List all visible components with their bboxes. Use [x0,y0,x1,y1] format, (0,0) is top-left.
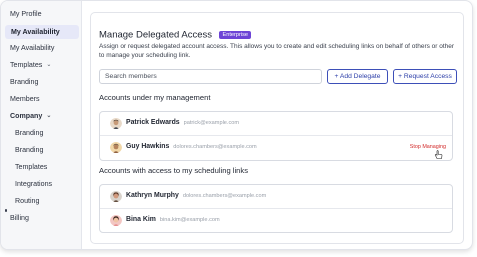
sidebar-item-my-availability-active[interactable]: My Availability [5,25,79,39]
access-accounts-list: Kathryn Murphy dolores.chambers@example.c… [99,184,453,233]
sidebar-item-label: Branding [15,129,44,137]
search-input[interactable] [99,69,322,84]
list-item[interactable]: Bina Kim bina.kim@example.com [100,209,452,233]
sidebar: My Profile My Availability My Availabili… [1,1,82,249]
sidebar-item-label: Branding [10,78,39,86]
sidebar-item-company-templates[interactable]: Templates [1,160,82,174]
sidebar-item-my-availability[interactable]: My Availability [1,41,82,55]
sidebar-item-billing[interactable]: Billing [1,211,82,225]
sidebar-item-company-branding[interactable]: Branding [1,126,82,140]
sidebar-item-members[interactable]: Members [1,92,82,106]
sidebar-item-label: Billing [10,214,29,222]
request-access-button[interactable]: + Request Access [393,69,457,84]
avatar [110,141,122,153]
add-delegate-button[interactable]: + Add Delegate [327,69,388,84]
account-name: Guy Hawkins [126,143,170,150]
account-name: Bina Kim [126,216,156,223]
account-email: patrick@example.com [183,120,240,126]
app-window: My Profile My Availability My Availabili… [0,0,473,250]
list-item[interactable]: Patrick Edwards patrick@example.com [100,112,452,136]
account-email: dolores.chambers@example.com [182,193,267,199]
sidebar-item-label: Branding [15,146,44,154]
sidebar-marker [5,209,7,212]
account-name: Kathryn Murphy [126,192,179,199]
sidebar-item-company-branding-2[interactable]: Branding [1,143,82,157]
account-email: dolores.chambers@example.com [173,144,257,150]
sidebar-item-integrations[interactable]: Integrations [1,177,82,191]
sidebar-item-routing[interactable]: Routing [1,194,82,208]
sidebar-item-company[interactable]: Company ⌄ [1,109,82,123]
managed-accounts-list: Patrick Edwards patrick@example.com Guy H… [99,111,453,161]
sidebar-item-label: Templates [10,61,43,69]
delegated-access-panel: Manage Delegated Access Enterprise Assig… [90,12,464,244]
access-section-title: Accounts with access to my scheduling li… [99,166,248,175]
sidebar-item-branding[interactable]: Branding [1,75,82,89]
avatar [110,190,122,202]
list-item[interactable]: Guy Hawkins dolores.chambers@example.com … [100,136,452,160]
sidebar-item-label: Templates [15,163,48,171]
avatar [110,117,122,129]
list-item[interactable]: Kathryn Murphy dolores.chambers@example.c… [100,185,452,209]
page-description: Assign or request delegated account acce… [99,43,455,59]
enterprise-badge: Enterprise [219,30,251,39]
sidebar-item-templates[interactable]: Templates ⌄ [1,58,82,72]
chevron-down-icon: ⌄ [46,113,52,119]
sidebar-item-label: Company [10,112,43,120]
sidebar-item-label: My Availability [11,28,60,36]
sidebar-item-my-profile[interactable]: My Profile [1,7,82,21]
page-title: Manage Delegated Access [99,29,213,41]
sidebar-item-label: My Profile [10,10,42,18]
account-name: Patrick Edwards [126,119,180,126]
hand-cursor-icon [434,150,443,159]
managed-section-title: Accounts under my management [99,93,211,102]
sidebar-item-label: Members [10,95,40,103]
chevron-down-icon: ⌄ [46,62,52,68]
panel-header: Manage Delegated Access Enterprise [99,26,251,41]
avatar [110,214,122,226]
sidebar-item-label: Integrations [15,180,53,188]
sidebar-item-label: My Availability [10,44,55,52]
sidebar-item-label: Routing [15,197,40,205]
account-email: bina.kim@example.com [159,217,220,223]
